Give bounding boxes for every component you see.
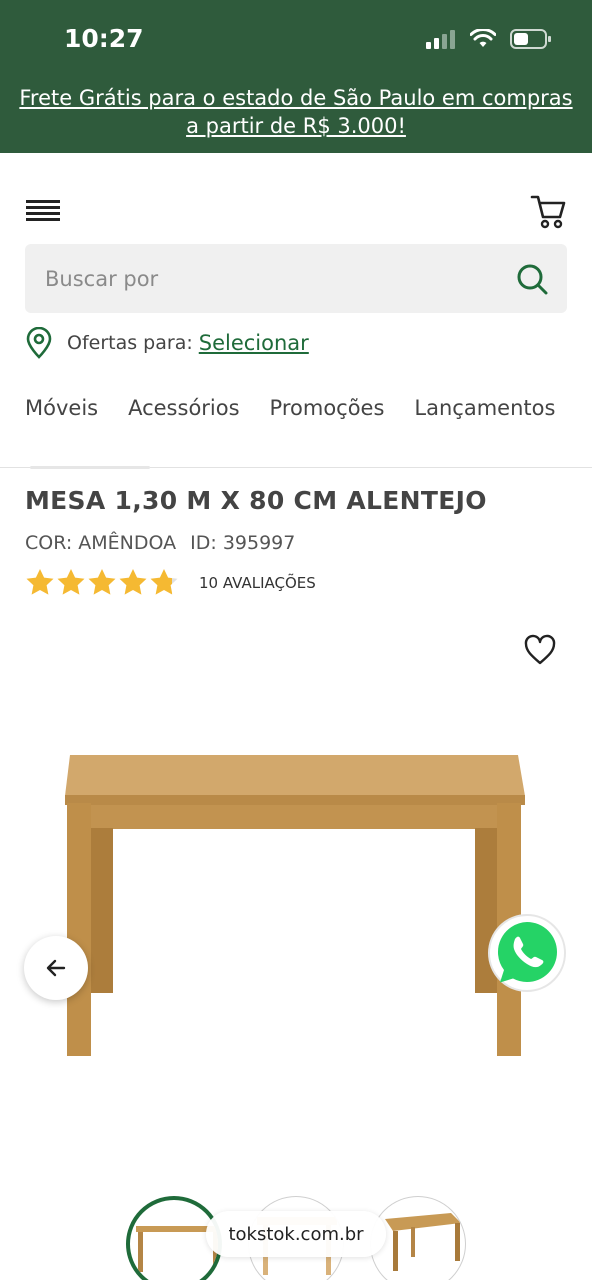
previous-image-button[interactable] <box>24 936 88 1000</box>
offers-location: Ofertas para: Selecionar <box>25 326 309 360</box>
product-id: ID: 395997 <box>190 532 296 554</box>
whatsapp-icon[interactable] <box>486 912 568 994</box>
product-meta: COR: AMÊNDOA ID: 395997 <box>25 532 295 554</box>
offers-label: Ofertas para: <box>67 332 193 354</box>
hamburger-menu-icon[interactable] <box>26 198 60 224</box>
product-title: MESA 1,30 M X 80 CM ALENTEJO <box>25 486 487 515</box>
signal-icon <box>426 30 455 49</box>
nav-item-moveis[interactable]: Móveis <box>25 396 98 426</box>
breadcrumb-tab-indicator <box>30 466 150 469</box>
page: 10:27 Frete Grátis para o estado de São … <box>0 0 592 1280</box>
status-icons <box>426 28 552 50</box>
status-time: 10:27 <box>64 24 144 53</box>
top-banner: 10:27 Frete Grátis para o estado de São … <box>0 0 592 153</box>
favorite-heart-icon[interactable] <box>522 632 558 668</box>
promo-line-2: a partir de R$ 3.000! <box>186 114 406 138</box>
promo-line-1: Frete Grátis para o estado de São Paulo … <box>19 86 573 110</box>
search-bar <box>25 244 567 313</box>
nav-item-acessorios[interactable]: Acessórios <box>128 396 239 426</box>
product-rating[interactable]: 10 AVALIAÇÕES <box>25 568 316 598</box>
battery-icon <box>510 29 551 49</box>
cart-icon[interactable] <box>530 192 568 230</box>
nav-item-promocoes[interactable]: Promoções <box>270 396 385 426</box>
reviews-count: 10 AVALIAÇÕES <box>199 574 316 592</box>
select-location-link[interactable]: Selecionar <box>199 331 309 355</box>
browser-url-bar[interactable]: tokstok.com.br <box>206 1211 386 1257</box>
free-shipping-promo[interactable]: Frete Grátis para o estado de São Paulo … <box>0 84 592 140</box>
product-color: COR: AMÊNDOA <box>25 532 177 554</box>
rating-stars-icon <box>26 569 178 595</box>
search-input[interactable] <box>45 244 505 313</box>
category-nav: Móveis Acessórios Promoções Lançamentos <box>25 396 592 426</box>
search-icon[interactable] <box>515 262 549 296</box>
location-pin-icon <box>26 327 52 359</box>
browser-url: tokstok.com.br <box>228 1223 364 1245</box>
wifi-icon <box>470 29 496 47</box>
nav-item-lancamentos[interactable]: Lançamentos <box>414 396 555 426</box>
product-image-table <box>65 755 525 1056</box>
arrow-left-icon <box>46 959 66 977</box>
